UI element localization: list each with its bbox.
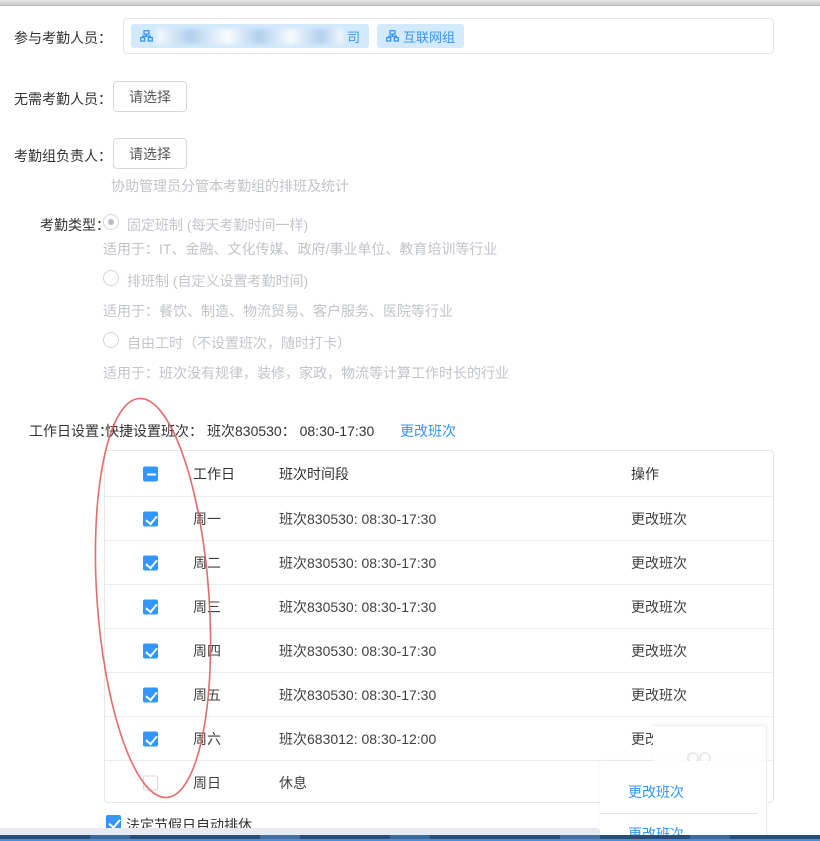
- quick-set-shift-value: 班次830530： 08:30-17:30: [207, 421, 374, 441]
- row-checkbox[interactable]: [143, 687, 158, 702]
- floating-panel-corner: [653, 725, 767, 762]
- header-day: 工作日: [193, 464, 235, 484]
- row-checkbox[interactable]: [143, 599, 158, 614]
- attendance-settings-page: 参与考勤人员： 司 互: [0, 0, 820, 841]
- row-day: 周三: [193, 597, 221, 617]
- row-day: 周五: [193, 685, 221, 705]
- row-checkbox[interactable]: [143, 511, 158, 526]
- leader-label: 考勤组负责人：: [14, 146, 112, 166]
- row-checkbox[interactable]: [143, 643, 158, 658]
- attendance-type-label: 考勤类型：: [40, 215, 110, 235]
- department-icon: [386, 30, 399, 42]
- leader-select-button[interactable]: 请选择: [113, 138, 187, 169]
- radio-free-hours[interactable]: [103, 332, 119, 348]
- company-name-suffix: 司: [347, 27, 360, 46]
- option-fixed-shift-desc: 适用于：IT、金融、文化传媒、政府/事业单位、教育培训等行业: [103, 239, 497, 259]
- row-day: 周四: [193, 641, 221, 661]
- table-row-monday: 周一 班次830530: 08:30-17:30 更改班次: [105, 496, 773, 540]
- select-all-checkbox[interactable]: [143, 466, 158, 481]
- row-shift: 班次830530: 08:30-17:30: [279, 685, 436, 705]
- quick-set-label: 快捷设置班次：: [105, 421, 203, 441]
- option-free-hours-label: 自由工时（不设置班次，随时打卡）: [127, 333, 351, 353]
- row-shift: 班次830530: 08:30-17:30: [279, 641, 436, 661]
- change-shift-link[interactable]: 更改班次: [631, 597, 687, 617]
- department-icon: [140, 30, 153, 42]
- change-shift-link[interactable]: 更改班次: [631, 641, 687, 661]
- redacted-company-name: [157, 29, 343, 44]
- row-shift: 班次830530: 08:30-17:30: [279, 509, 436, 529]
- quick-change-shift-link[interactable]: 更改班次: [400, 421, 456, 441]
- row-shift: 休息: [279, 773, 307, 793]
- taskbar-strip: [0, 835, 820, 841]
- exempt-label: 无需考勤人员：: [14, 89, 112, 109]
- row-day: 周六: [193, 729, 221, 749]
- row-checkbox[interactable]: [143, 731, 158, 746]
- radio-scheduled-shift[interactable]: [103, 270, 119, 286]
- change-shift-link[interactable]: 更改班次: [628, 782, 684, 802]
- row-shift: 班次830530: 08:30-17:30: [279, 553, 436, 573]
- row-day: 周二: [193, 553, 221, 573]
- table-header-row: 工作日 班次时间段 操作: [105, 451, 773, 496]
- table-row-thursday: 周四 班次830530: 08:30-17:30 更改班次: [105, 628, 773, 672]
- option-fixed-shift-label: 固定班制 (每天考勤时间一样): [127, 215, 308, 235]
- table-row-friday: 周五 班次830530: 08:30-17:30 更改班次: [105, 672, 773, 716]
- exempt-select-button[interactable]: 请选择: [113, 81, 187, 112]
- change-shift-link[interactable]: 更改班次: [631, 685, 687, 705]
- option-free-hours-desc: 适用于：班次没有规律，装修，家政，物流等计算工作时长的行业: [103, 363, 509, 383]
- participant-tag-company[interactable]: 司: [131, 24, 369, 48]
- option-scheduled-shift-desc: 适用于：餐饮、制造、物流贸易、客户服务、医院等行业: [103, 301, 453, 321]
- row-shift: 班次683012: 08:30-12:00: [279, 729, 436, 749]
- table-row-tuesday: 周二 班次830530: 08:30-17:30 更改班次: [105, 540, 773, 584]
- participants-box[interactable]: 司 互联网组: [123, 18, 774, 54]
- workday-settings-label: 工作日设置：: [29, 421, 113, 441]
- row-checkbox[interactable]: [143, 775, 158, 790]
- row-day: 周日: [193, 773, 221, 793]
- floating-action-panel: 更改班次 更改班次: [600, 761, 767, 841]
- header-action: 操作: [631, 464, 659, 484]
- header-shift: 班次时间段: [279, 464, 349, 484]
- group-tag-label: 互联网组: [403, 27, 455, 46]
- row-day: 周一: [193, 509, 221, 529]
- table-row-wednesday: 周三 班次830530: 08:30-17:30 更改班次: [105, 584, 773, 628]
- window-top-edge: [0, 0, 820, 6]
- panel-divider: [600, 813, 758, 814]
- row-checkbox[interactable]: [143, 555, 158, 570]
- participants-label: 参与考勤人员：: [14, 28, 112, 48]
- leader-hint: 协助管理员分管本考勤组的排班及统计: [111, 176, 349, 196]
- participant-tag-group[interactable]: 互联网组: [377, 24, 464, 48]
- option-scheduled-shift-label: 排班制 (自定义设置考勤时间): [127, 271, 308, 291]
- change-shift-link[interactable]: 更改班次: [631, 553, 687, 573]
- change-shift-link[interactable]: 更改班次: [631, 509, 687, 529]
- row-shift: 班次830530: 08:30-17:30: [279, 597, 436, 617]
- radio-fixed-shift[interactable]: [103, 214, 119, 230]
